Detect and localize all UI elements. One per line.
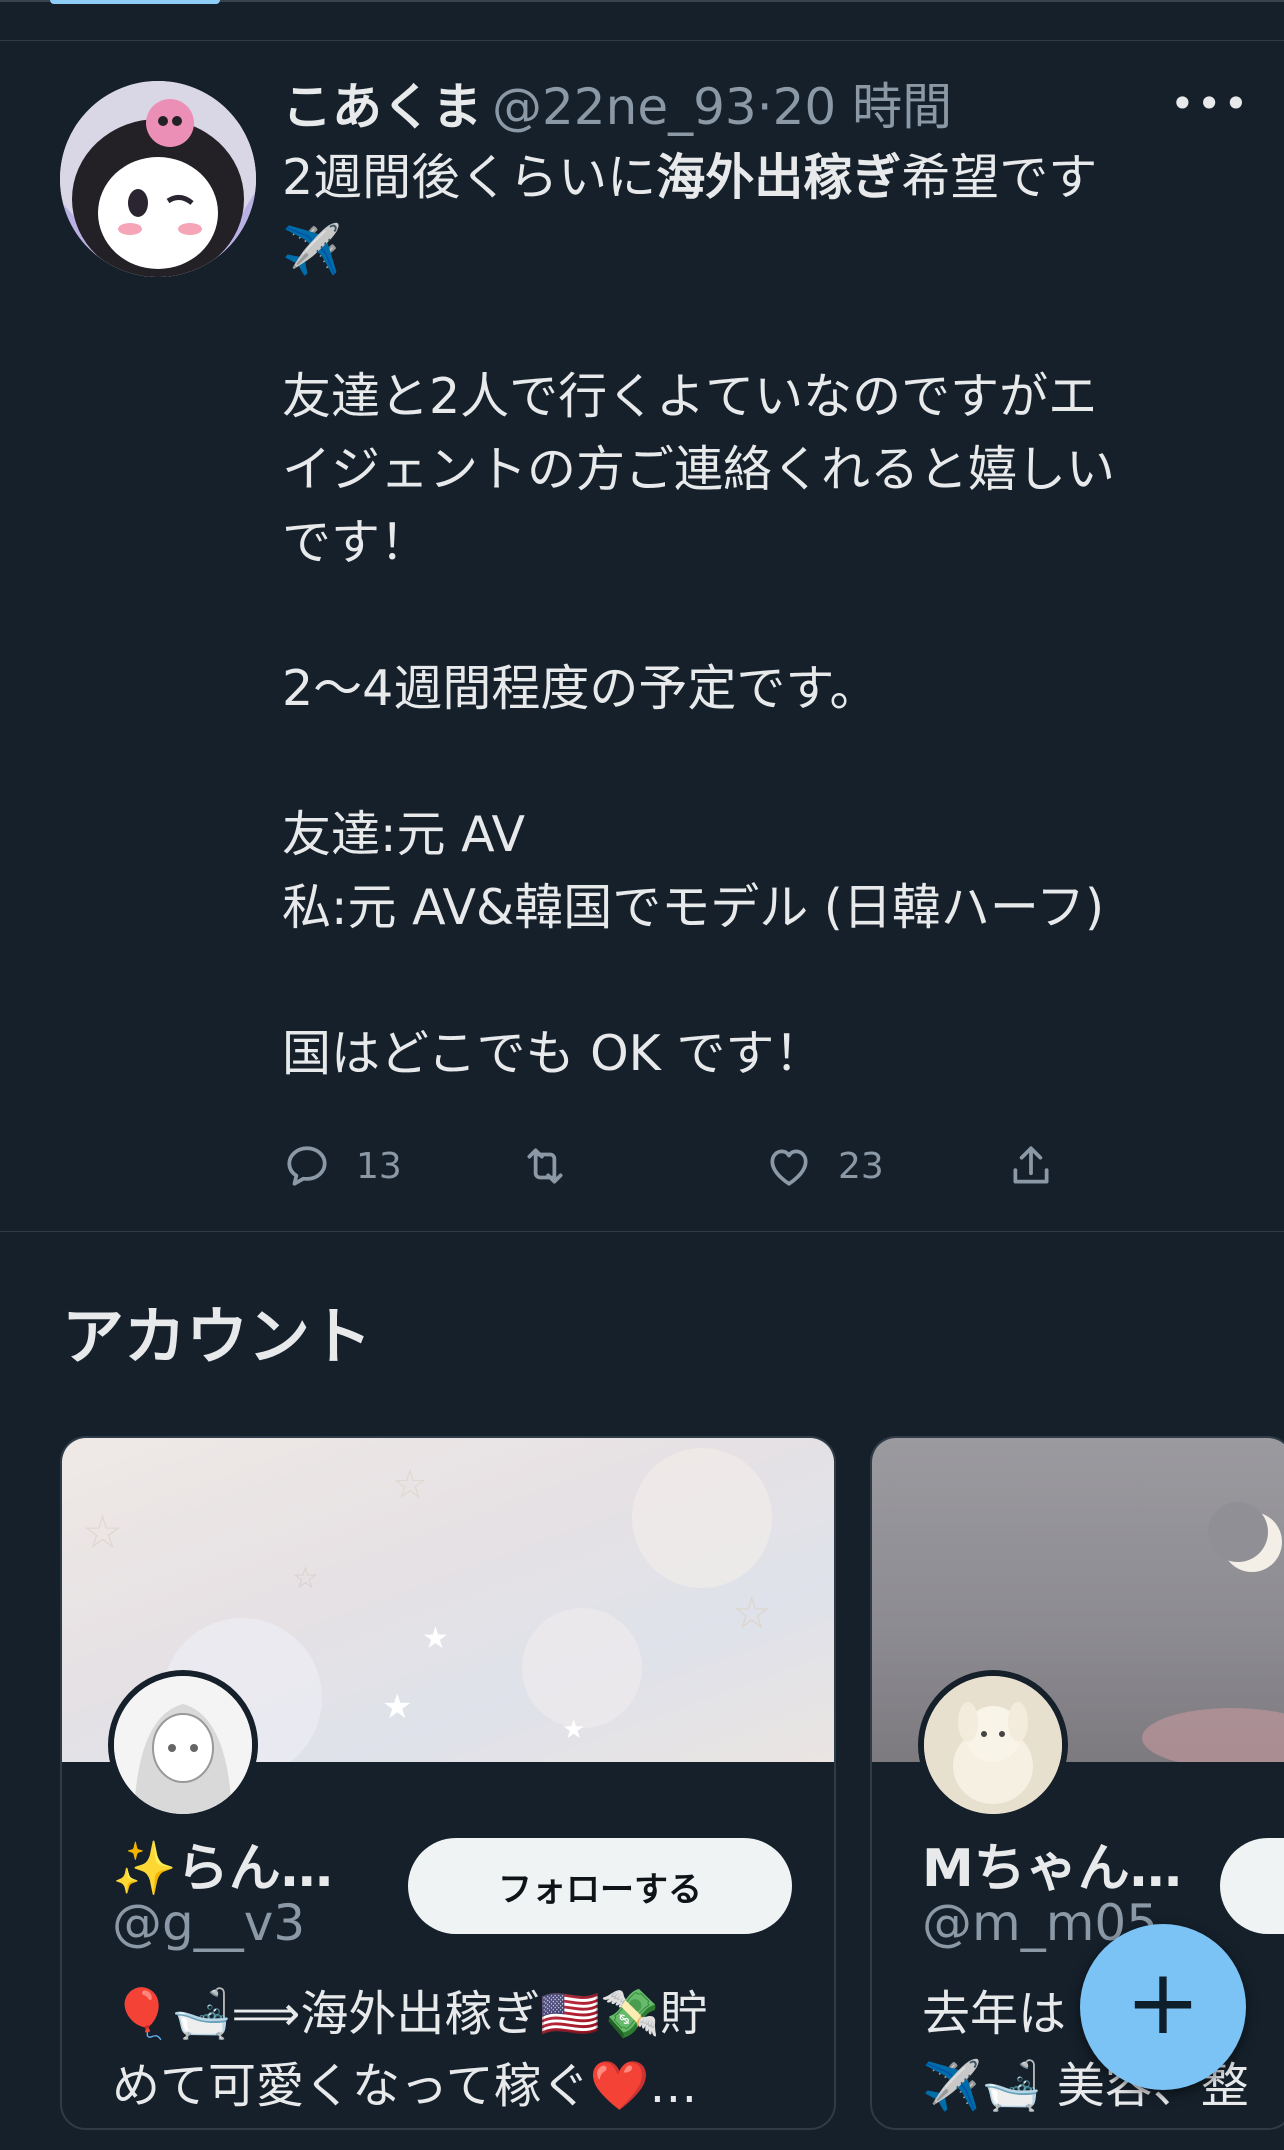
svg-text:☆: ☆ (82, 1505, 123, 1559)
share-button[interactable] (1006, 1141, 1056, 1191)
account-bio-line: 🎈🛁⟹海外出稼ぎ🇺🇸💸貯 (112, 1986, 708, 2042)
account-bio-line: めて可愛くなって稼ぐ❤️… (112, 2058, 698, 2114)
tweet-text: 2週間後くらいに海外出稼ぎ希望です ✈️ 友達と2人で行くよていなのですがエ イ… (282, 141, 1212, 1090)
author-name[interactable]: こあくま (282, 78, 482, 136)
account-handle[interactable]: @g__v3 (112, 1894, 305, 1952)
like-count: 23 (838, 1145, 884, 1187)
tweet-line-text: 希望です (901, 149, 1098, 206)
author-handle-time[interactable]: @22ne_93·20 時間 (492, 78, 952, 136)
svg-text:★: ★ (382, 1687, 412, 1727)
avatar-image (60, 81, 256, 277)
tweet-actions: 13 23 (0, 1141, 1284, 1201)
tweet-header: こあくま @22ne_93·20 時間 (282, 67, 952, 139)
account-avatar[interactable] (108, 1670, 258, 1820)
avatar-image (114, 1676, 252, 1814)
share-icon (1013, 1146, 1049, 1184)
retweet-icon (527, 1148, 563, 1184)
account-name[interactable]: ✨らん… (112, 1826, 333, 1901)
tweet-line: イジェントの方ご連絡くれると嬉しい (282, 441, 1116, 498)
tab-indicator (50, 0, 220, 4)
tweet-line: 国はどこでも OK です！ (282, 1025, 824, 1082)
avatar-image (924, 1676, 1062, 1814)
svg-text:☆: ☆ (732, 1588, 771, 1639)
tweet-line: 友達と2人で行くよていなのですがエ (282, 368, 1098, 425)
accounts-section-title: アカウント (62, 1300, 373, 1373)
svg-text:★: ★ (562, 1715, 585, 1745)
tweet-line: 2週間後くらいに海外出稼ぎ希望です (282, 141, 1212, 214)
follow-button[interactable]: フォローする (408, 1838, 792, 1934)
airplane-emoji: ✈️ (282, 222, 342, 278)
tweet-line-text: 2週間後くらいに (282, 149, 657, 206)
compose-button[interactable]: + (1080, 1924, 1246, 2090)
tweet-line: 私:元 AV&韓国でモデル (日韓ハーフ) (282, 879, 1105, 936)
like-button[interactable]: 23 (764, 1141, 884, 1191)
follow-button[interactable] (1220, 1838, 1284, 1934)
tweet-line: です！ (282, 514, 430, 571)
account-name[interactable]: Mちゃん… (922, 1826, 1182, 1901)
heart-icon (770, 1149, 808, 1186)
retweet-button[interactable] (520, 1141, 570, 1191)
plus-icon: + (1125, 1950, 1201, 2055)
svg-text:☆: ☆ (392, 1462, 428, 1508)
tweet-bold-text: 海外出稼ぎ (656, 149, 902, 206)
reply-button[interactable]: 13 (282, 1141, 402, 1191)
reply-icon (287, 1146, 327, 1186)
account-avatar[interactable] (918, 1670, 1068, 1820)
avatar[interactable] (60, 81, 256, 277)
tweet-line: 友達:元 AV (282, 806, 525, 863)
svg-text:★: ★ (422, 1621, 449, 1656)
account-card[interactable]: ☆ ☆ ☆ ★ ★ ☆ ★ ✨らん… @g__v3 フォローする 🎈🛁⟹海外出稼… (60, 1436, 836, 2130)
reply-count: 13 (356, 1145, 402, 1187)
account-bio: 🎈🛁⟹海外出稼ぎ🇺🇸💸貯 めて可愛くなって稼ぐ❤️… (112, 1978, 708, 2122)
tweet[interactable]: こあくま @22ne_93·20 時間 ••• 2週間後くらいに海外出稼ぎ希望です… (0, 40, 1284, 1232)
more-options-icon[interactable]: ••• (1170, 79, 1250, 128)
tweet-line: 2〜4週間程度の予定です。 (282, 660, 879, 717)
svg-text:☆: ☆ (292, 1561, 319, 1596)
